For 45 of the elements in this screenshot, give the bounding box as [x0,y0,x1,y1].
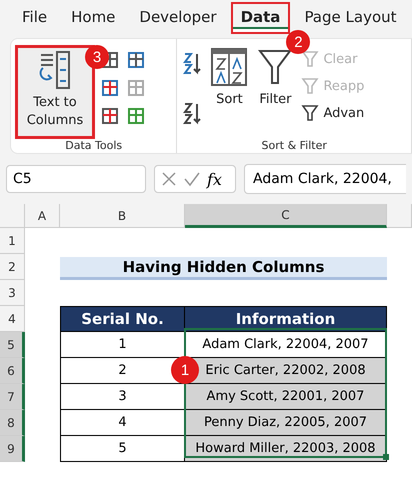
table-cell: Amy Scott, 22001, 2007 [185,384,387,410]
column-header[interactable] [387,204,412,228]
funnel-icon [301,104,320,122]
menu-tab[interactable]: Home [61,2,126,34]
group-label: Data Tools [64,139,124,153]
funnel-icon [301,50,320,68]
column-header[interactable]: B [60,204,185,228]
sort-button[interactable]: Sort [209,45,250,139]
insert-function-button[interactable]: fx [207,170,222,188]
text-to-columns-button[interactable]: Text to Columns [15,45,95,139]
column-header[interactable]: C [185,204,387,228]
fill-handle[interactable] [383,454,389,460]
sort-icon [211,47,248,87]
table-header: Serial No. [60,306,185,332]
sheet-title: Having Hidden Columns [60,257,387,280]
row-header[interactable]: 4 [0,306,25,332]
sort-ascending-icon [181,51,204,75]
formula-field[interactable]: Adam Clark, 22004, [244,164,406,194]
row-header[interactable]: 2 [0,254,25,280]
row-header[interactable]: 9 [0,436,25,462]
select-all-button[interactable] [0,204,25,228]
table-cell: Penny Diaz, 22005, 2007 [185,410,387,436]
table-cell: 3 [60,384,185,410]
row-header[interactable]: 3 [0,280,25,306]
menu-tab[interactable]: File [12,2,58,34]
cancel-icon [161,171,177,187]
table-header: Information [185,306,387,332]
menu-tab[interactable]: Data [230,2,290,34]
table-cell: 5 [60,436,185,462]
enter-icon [183,171,201,187]
table-cell: 4 [60,410,185,436]
row-header[interactable]: 1 [0,228,25,254]
column-header[interactable]: A [25,204,60,228]
menu-tab[interactable]: Developer [129,2,227,34]
name-box[interactable]: C5 [6,165,146,193]
funnel-icon [257,47,294,87]
row-header[interactable]: 8 [0,410,25,436]
ribbon-small-button[interactable]: Advan [301,101,364,125]
row-header[interactable]: 5 [0,332,25,358]
row-header[interactable]: 7 [0,384,25,410]
funnel-icon [301,77,320,95]
sort-descending-icon [181,101,204,125]
table-cell: Howard Miller, 22003, 2008 [185,436,387,462]
group-label: Sort & Filter [260,139,328,153]
row-header[interactable]: 6 [0,358,25,384]
